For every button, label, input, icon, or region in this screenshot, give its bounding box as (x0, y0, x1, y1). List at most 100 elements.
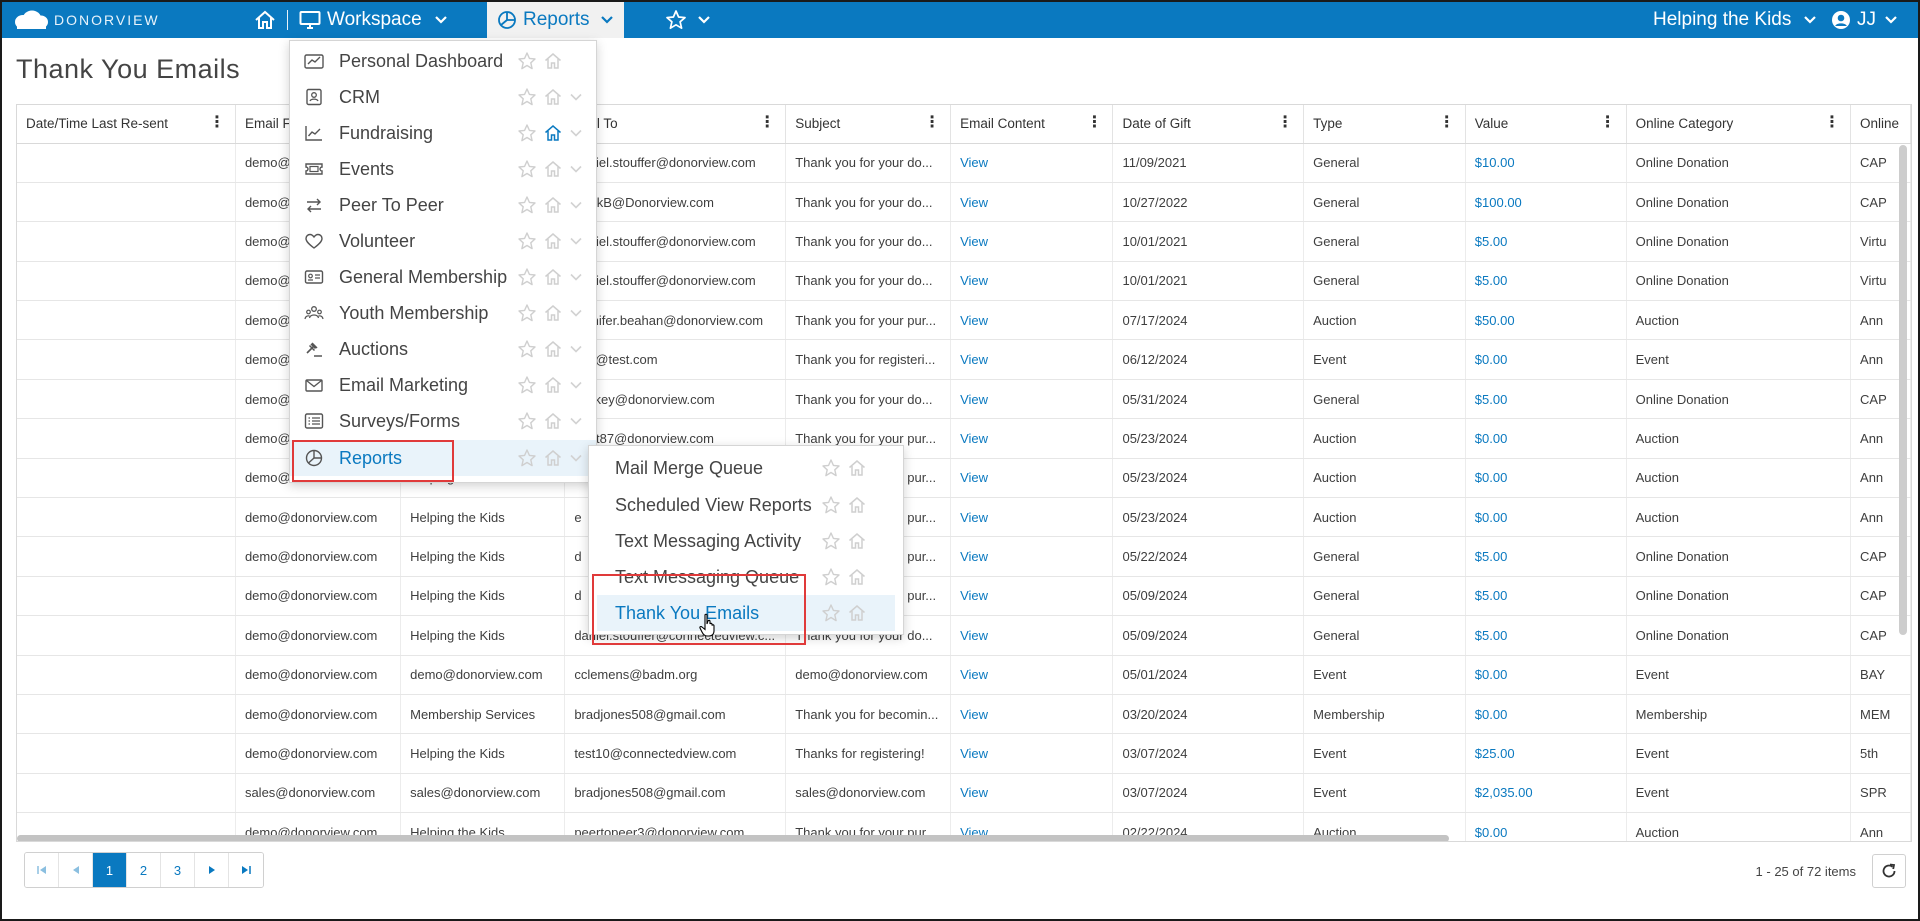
cell-value[interactable]: $2,035.00 (1465, 773, 1627, 814)
column-menu-icon[interactable]: ⋮ (1439, 115, 1455, 131)
next-page-button[interactable] (195, 853, 229, 887)
cell-content[interactable]: View (950, 458, 1114, 499)
column-menu-icon[interactable]: ⋮ (1600, 115, 1616, 131)
menu-item-auctions[interactable]: Auctions (290, 331, 596, 367)
cell-content[interactable]: View (950, 733, 1114, 774)
column-menu-icon[interactable]: ⋮ (1086, 115, 1102, 131)
set-home-icon[interactable] (543, 375, 563, 395)
organization-menu[interactable]: Helping the Kids (1653, 2, 1817, 38)
chevron-down-icon[interactable] (569, 162, 583, 176)
cell-content[interactable]: View (950, 773, 1114, 814)
favorite-star-icon[interactable] (517, 87, 537, 107)
favorite-star-icon[interactable] (517, 195, 537, 215)
set-home-icon[interactable] (543, 123, 563, 143)
cell-content[interactable]: View (950, 143, 1114, 183)
chevron-down-icon[interactable] (569, 90, 583, 104)
table-row[interactable]: demo@donorview.comHelping the KidsdThank… (17, 576, 1911, 617)
menu-item-crm[interactable]: CRM (290, 79, 596, 115)
chevron-down-icon[interactable] (569, 198, 583, 212)
favorite-star-icon[interactable] (517, 123, 537, 143)
submenu-item-mail-merge-queue[interactable]: Mail Merge Queue (589, 450, 903, 486)
favorite-star-icon[interactable] (517, 159, 537, 179)
set-home-icon[interactable] (543, 267, 563, 287)
user-menu[interactable]: JJ (1831, 2, 1898, 38)
menu-item-youth-membership[interactable]: Youth Membership (290, 295, 596, 331)
chevron-down-icon[interactable] (569, 234, 583, 248)
cell-value[interactable]: $100.00 (1465, 182, 1627, 223)
cell-content[interactable]: View (950, 576, 1114, 617)
reports-menu[interactable]: Reports (487, 2, 624, 38)
submenu-item-scheduled-view-reports[interactable]: Scheduled View Reports (589, 487, 903, 523)
column-menu-icon[interactable]: ⋮ (1277, 115, 1293, 131)
refresh-button[interactable] (1872, 854, 1906, 888)
menu-item-general-membership[interactable]: General Membership (290, 259, 596, 295)
set-home-icon[interactable] (543, 411, 563, 431)
cell-value[interactable]: $50.00 (1465, 300, 1627, 341)
favorite-star-icon[interactable] (517, 375, 537, 395)
column-menu-icon[interactable]: ⋮ (759, 115, 775, 131)
cell-value[interactable]: $25.00 (1465, 733, 1627, 774)
column-header[interactable]: Date/Time Last Re-sent ⋮ (17, 105, 236, 144)
table-row[interactable]: sales@donorview.com sales@donorview.com br… (17, 773, 1911, 814)
vertical-scrollbar[interactable] (1899, 145, 1907, 635)
cell-value[interactable]: $5.00 (1465, 615, 1627, 656)
table-row[interactable]: demo@donorview.comHelping the Kidsdaniel… (17, 615, 1911, 656)
menu-item-personal-dashboard[interactable]: Personal Dashboard (290, 43, 596, 79)
chevron-down-icon[interactable] (569, 414, 583, 428)
cell-value[interactable]: $0.00 (1465, 812, 1627, 841)
cell-value[interactable]: $5.00 (1465, 536, 1627, 577)
menu-item-surveys-forms[interactable]: Surveys/Forms (290, 403, 596, 439)
favorite-star-icon[interactable] (821, 603, 841, 623)
favorite-star-icon[interactable] (517, 448, 537, 468)
column-header[interactable]: Type ⋮ (1303, 105, 1466, 144)
menu-item-peer-to-peer[interactable]: Peer To Peer (290, 187, 596, 223)
table-row[interactable]: demo@donorview.comHelping the KidsdThank… (17, 536, 1911, 577)
favorite-star-icon[interactable] (821, 531, 841, 551)
favorites-menu[interactable] (665, 2, 711, 38)
favorite-star-icon[interactable] (821, 567, 841, 587)
chevron-down-icon[interactable] (569, 126, 583, 140)
favorite-star-icon[interactable] (517, 231, 537, 251)
favorite-star-icon[interactable] (517, 51, 537, 71)
table-row[interactable]: demo@donorview.com Membership Services bra… (17, 694, 1911, 735)
chevron-down-icon[interactable] (569, 378, 583, 392)
favorite-star-icon[interactable] (517, 339, 537, 359)
workspace-menu[interactable]: Workspace (299, 2, 448, 38)
column-header[interactable]: Online Category ⋮ (1626, 105, 1852, 144)
cell-content[interactable]: View (950, 418, 1114, 459)
favorite-star-icon[interactable] (821, 458, 841, 478)
cell-content[interactable]: View (950, 497, 1114, 538)
set-home-icon[interactable] (543, 195, 563, 215)
table-row[interactable]: demo@donorview.com demo@donorview.com ccle… (17, 655, 1911, 695)
cell-content[interactable]: View (950, 300, 1114, 341)
cell-value[interactable]: $5.00 (1465, 379, 1627, 420)
cell-content[interactable]: View (950, 261, 1114, 302)
set-home-icon[interactable] (543, 339, 563, 359)
column-header[interactable]: Value ⋮ (1465, 105, 1627, 144)
menu-item-volunteer[interactable]: Volunteer (290, 223, 596, 259)
favorite-star-icon[interactable] (517, 267, 537, 287)
chevron-down-icon[interactable] (569, 451, 583, 465)
cell-value[interactable]: $5.00 (1465, 261, 1627, 302)
cell-value[interactable]: $0.00 (1465, 339, 1627, 380)
set-home-icon[interactable] (543, 159, 563, 179)
cell-content[interactable]: View (950, 655, 1114, 695)
cell-content[interactable]: View (950, 379, 1114, 420)
chevron-down-icon[interactable] (569, 270, 583, 284)
cell-content[interactable]: View (950, 536, 1114, 577)
favorite-star-icon[interactable] (517, 303, 537, 323)
page-button-3[interactable]: 3 (161, 853, 195, 887)
cell-content[interactable]: View (950, 339, 1114, 380)
favorite-star-icon[interactable] (517, 411, 537, 431)
column-menu-icon[interactable]: ⋮ (209, 115, 225, 131)
menu-item-fundraising[interactable]: Fundraising (290, 115, 596, 151)
home-button[interactable] (254, 2, 276, 38)
cell-content[interactable]: View (950, 221, 1114, 262)
set-home-icon[interactable] (847, 603, 867, 623)
submenu-item-text-messaging-activity[interactable]: Text Messaging Activity (589, 523, 903, 559)
page-button-1[interactable]: 1 (93, 853, 127, 887)
chevron-down-icon[interactable] (569, 306, 583, 320)
cell-value[interactable]: $0.00 (1465, 458, 1627, 499)
last-page-button[interactable] (229, 853, 263, 887)
menu-item-events[interactable]: Events (290, 151, 596, 187)
